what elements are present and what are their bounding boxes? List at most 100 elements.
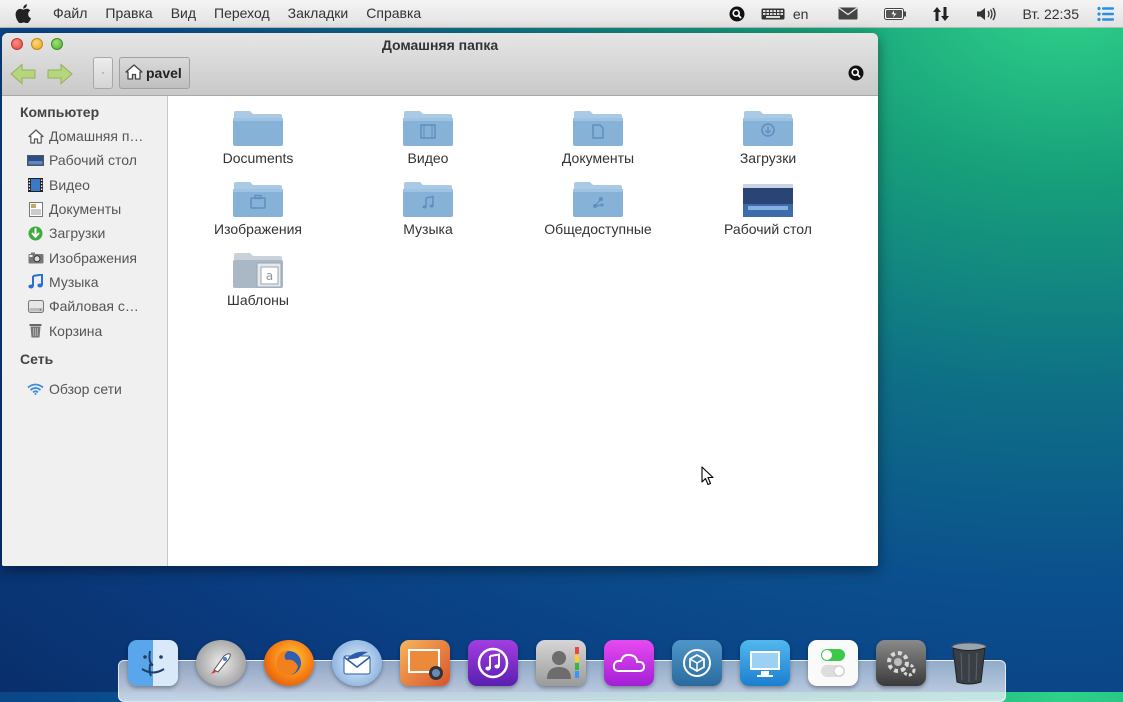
- folder-label: Documents: [223, 150, 294, 166]
- home-icon: [125, 64, 143, 83]
- sidebar-item-label: Документы: [49, 201, 121, 217]
- svg-text:a: a: [266, 269, 273, 283]
- home-icon: [27, 128, 44, 144]
- battery-icon[interactable]: [876, 0, 914, 27]
- sidebar-item-label: Музыка: [49, 274, 99, 290]
- sidebar-item-home[interactable]: Домашняя п…: [2, 124, 167, 148]
- file-view: Documents Видео Документы Загрузки Изобр: [168, 96, 878, 566]
- sidebar-heading-computer: Компьютер: [2, 100, 167, 124]
- menu-go[interactable]: Переход: [205, 0, 279, 27]
- wifi-icon: [27, 381, 44, 397]
- thunderbird-icon[interactable]: [332, 640, 382, 686]
- sidebar-item-desktop[interactable]: Рабочий стол: [2, 148, 167, 172]
- window-title: Домашняя папка: [2, 37, 878, 53]
- menu-view[interactable]: Вид: [162, 0, 205, 27]
- sidebar-item-documents[interactable]: Документы: [2, 197, 167, 221]
- download-icon: [27, 225, 44, 241]
- launchpad-icon[interactable]: [196, 640, 246, 686]
- folder-pictures[interactable]: Изображения: [173, 180, 343, 237]
- trash-icon[interactable]: [944, 640, 994, 686]
- menu-bar: Файл Правка Вид Переход Закладки Справка…: [0, 0, 1123, 28]
- folder-documents-ru[interactable]: Документы: [513, 109, 683, 166]
- folder-public[interactable]: Общедоступные: [513, 180, 683, 237]
- templates-folder-icon: a: [232, 251, 284, 289]
- search-tray-icon[interactable]: [721, 0, 753, 27]
- sidebar-item-video[interactable]: Видео: [2, 173, 167, 197]
- sidebar-item-label: Домашняя п…: [49, 128, 143, 144]
- sidebar-item-label: Изображения: [49, 250, 137, 266]
- folder-downloads[interactable]: Загрузки: [683, 109, 853, 166]
- music-icon: [27, 274, 44, 290]
- folder-label: Загрузки: [740, 150, 796, 166]
- clock[interactable]: Вт. 22:35: [1014, 0, 1089, 27]
- file-manager-window: Домашняя папка · pavel Компьютер Домашня…: [2, 33, 878, 566]
- sidebar-item-label: Загрузки: [49, 225, 105, 241]
- sidebar-item-network[interactable]: Обзор сети: [2, 377, 167, 401]
- folder-documents[interactable]: Documents: [173, 109, 343, 166]
- firefox-icon[interactable]: [264, 640, 314, 686]
- itunes-icon[interactable]: [468, 640, 518, 686]
- menu-file[interactable]: Файл: [44, 0, 96, 27]
- folder-label: Документы: [562, 150, 634, 166]
- volume-icon[interactable]: [968, 0, 1006, 27]
- folder-label: Изображения: [214, 221, 302, 237]
- system-preferences-icon[interactable]: [876, 640, 926, 686]
- video-folder-icon: [402, 109, 454, 147]
- sidebar-item-label: Рабочий стол: [49, 152, 137, 168]
- sidebar-item-trash[interactable]: Корзина: [2, 318, 167, 342]
- sidebar-item-label: Файловая с…: [49, 298, 139, 314]
- title-bar[interactable]: Домашняя папка · pavel: [2, 33, 878, 96]
- sidebar-item-label: Обзор сети: [49, 381, 122, 397]
- search-icon[interactable]: [848, 65, 864, 81]
- sidebar-item-pictures[interactable]: Изображения: [2, 245, 167, 269]
- keyboard-layout[interactable]: en: [793, 0, 817, 27]
- sidebar-item-label: Видео: [49, 177, 90, 193]
- sidebar-heading-network: Сеть: [2, 347, 167, 371]
- mouse-cursor-icon: [701, 466, 715, 486]
- keyboard-icon[interactable]: [753, 0, 793, 27]
- public-folder-icon: [572, 180, 624, 218]
- settings-toggle-icon[interactable]: [808, 640, 858, 686]
- menu-bookmarks[interactable]: Закладки: [279, 0, 358, 27]
- status-tray: en Вт. 22:35: [721, 0, 1123, 27]
- folder-video[interactable]: Видео: [343, 109, 513, 166]
- finder-icon[interactable]: [128, 640, 178, 686]
- sidebar-item-music[interactable]: Музыка: [2, 270, 167, 294]
- folder-icon: [232, 109, 284, 147]
- sidebar-item-downloads[interactable]: Загрузки: [2, 221, 167, 245]
- apple-icon[interactable]: [12, 3, 34, 25]
- cloud-icon[interactable]: [604, 640, 654, 686]
- folder-desktop[interactable]: Рабочий стол: [683, 180, 853, 237]
- pictures-folder-icon: [232, 180, 284, 218]
- package-icon[interactable]: [672, 640, 722, 686]
- mail-icon[interactable]: [830, 0, 866, 27]
- forward-button[interactable]: [47, 63, 73, 85]
- drive-icon: [27, 298, 44, 314]
- back-button[interactable]: [10, 63, 36, 85]
- path-button-home[interactable]: pavel: [119, 57, 190, 89]
- display-icon[interactable]: [740, 640, 790, 686]
- path-toggle-button[interactable]: ·: [93, 57, 113, 89]
- network-transfer-icon[interactable]: [924, 0, 958, 27]
- folder-label: Музыка: [403, 221, 453, 237]
- folder-label: Видео: [408, 150, 449, 166]
- notification-list-icon[interactable]: [1089, 0, 1123, 27]
- contacts-icon[interactable]: [536, 640, 586, 686]
- photos-icon[interactable]: [400, 640, 450, 686]
- sidebar-item-filesystem[interactable]: Файловая с…: [2, 294, 167, 318]
- document-icon: [27, 201, 44, 217]
- folder-label: Рабочий стол: [724, 221, 812, 237]
- video-icon: [27, 177, 44, 193]
- folder-label: Шаблоны: [227, 292, 289, 308]
- documents-folder-icon: [572, 109, 624, 147]
- folder-templates[interactable]: a Шаблоны: [173, 251, 343, 308]
- sidebar: Компьютер Домашняя п… Рабочий стол Видео…: [2, 96, 168, 566]
- path-button-label: pavel: [146, 65, 182, 81]
- music-folder-icon: [402, 180, 454, 218]
- downloads-folder-icon: [742, 109, 794, 147]
- menu-edit[interactable]: Правка: [96, 0, 161, 27]
- folder-music[interactable]: Музыка: [343, 180, 513, 237]
- dock: [128, 640, 994, 686]
- menu-help[interactable]: Справка: [357, 0, 430, 27]
- camera-icon: [27, 250, 44, 266]
